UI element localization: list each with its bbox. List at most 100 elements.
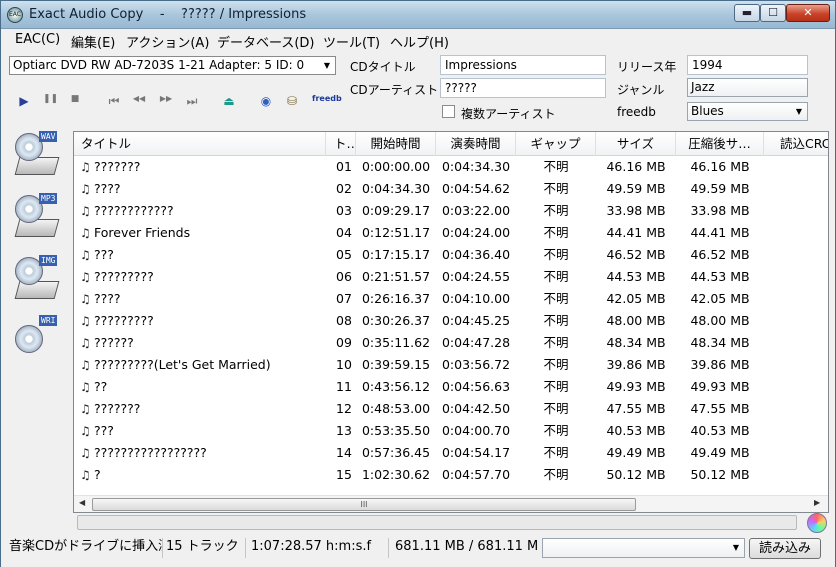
- fast-forward-icon[interactable]: ▶▶: [159, 94, 173, 103]
- cd-artist-field[interactable]: ?????: [440, 78, 606, 98]
- track-title-cell: ♫?????????: [80, 266, 324, 288]
- track-title: ????: [94, 181, 121, 196]
- minimize-button[interactable]: ▬: [734, 4, 760, 22]
- menu-action[interactable]: アクション(A): [126, 32, 209, 51]
- table-row[interactable]: ♫?? 11 0:43:56.12 0:04:56.63 不明 49.93 MB 49.93…: [74, 376, 814, 398]
- freedb-lookup-icon[interactable]: ⛁: [285, 94, 299, 108]
- music-note-icon: ♫: [80, 380, 91, 394]
- table-row[interactable]: ♫???????????? 03 0:09:29.17 0:03:22.00 不明 33.…: [74, 200, 814, 222]
- table-row[interactable]: ♫ Forever Friends 04 0:12:51.17 0:04:24.00 不明…: [74, 222, 814, 244]
- horizontal-scrollbar[interactable]: ◀ III ▶: [74, 495, 828, 512]
- track-start: 0:39:59.15: [361, 357, 431, 372]
- copy-image-button[interactable]: IMG: [13, 255, 63, 307]
- maximize-button[interactable]: ☐: [760, 4, 786, 22]
- table-row[interactable]: ♫??? 05 0:17:15.17 0:04:36.40 不明 46.52 MB 46.5…: [74, 244, 814, 266]
- track-gap: 不明: [543, 181, 569, 196]
- table-row[interactable]: ♫? 15 1:02:30.62 0:04:57.70 不明 50.12 MB 50.12 …: [74, 464, 814, 486]
- freedb-genre-select[interactable]: Blues ▼: [687, 102, 808, 121]
- track-title: ?????????????????: [94, 445, 207, 460]
- menu-tools[interactable]: ツール(T): [323, 32, 380, 51]
- mp3-tag: MP3: [39, 193, 58, 204]
- next-track-icon[interactable]: ⏭: [185, 94, 199, 109]
- music-note-icon: ♫: [80, 424, 91, 438]
- track-compressed-size: 39.86 MB: [690, 357, 750, 372]
- table-row[interactable]: ♫??????? 12 0:48:53.00 0:04:42.50 不明 47.55 MB…: [74, 398, 814, 420]
- track-compressed-size: 49.59 MB: [690, 181, 750, 196]
- column-gap[interactable]: ギャップ: [516, 132, 596, 156]
- read-button[interactable]: 読み込み: [749, 538, 821, 559]
- freedb-button[interactable]: freedb: [312, 94, 342, 103]
- drive-select[interactable]: Optiarc DVD RW AD-7203S 1-21 Adapter: 5 …: [9, 56, 336, 75]
- music-note-icon: ♫: [80, 468, 91, 482]
- track-title: ???: [94, 423, 114, 438]
- column-title[interactable]: タイトル: [74, 132, 326, 156]
- genre-label: ジャンル: [617, 83, 665, 97]
- track-gap: 不明: [543, 247, 569, 262]
- column-start[interactable]: 開始時間: [356, 132, 436, 156]
- cd-title-field[interactable]: Impressions: [440, 55, 606, 75]
- track-length: 0:04:24.00: [441, 225, 511, 240]
- pause-icon[interactable]: ❚❚: [43, 94, 58, 104]
- write-cd-button[interactable]: WRI: [13, 315, 63, 367]
- copy-to-mp3-button[interactable]: MP3: [13, 193, 63, 245]
- menu-database[interactable]: データベース(D): [217, 32, 315, 51]
- track-compressed-size: 48.34 MB: [690, 335, 750, 350]
- track-start: 0:21:51.57: [361, 269, 431, 284]
- track-length: 0:04:24.55: [441, 269, 511, 284]
- track-list[interactable]: タイトル ト… 開始時間 演奏時間 ギャップ サイズ 圧縮後サ… 読込CRC ♫…: [73, 131, 829, 513]
- previous-track-icon[interactable]: ⏮: [107, 94, 121, 109]
- eject-icon[interactable]: ⏏: [222, 94, 236, 108]
- column-length[interactable]: 演奏時間: [436, 132, 516, 156]
- menu-edit[interactable]: 編集(E): [71, 32, 115, 51]
- column-compressed[interactable]: 圧縮後サ…: [676, 132, 764, 156]
- column-crc[interactable]: 読込CRC: [764, 132, 828, 156]
- menu-eac[interactable]: EAC(C): [15, 32, 60, 47]
- track-start: 0:17:15.17: [361, 247, 431, 262]
- track-gap: 不明: [543, 291, 569, 306]
- scroll-thumb[interactable]: III: [92, 498, 636, 511]
- column-size[interactable]: サイズ: [596, 132, 676, 156]
- track-gap: 不明: [543, 225, 569, 240]
- cd-title-label: CDタイトル: [350, 60, 416, 74]
- table-row[interactable]: ♫???? 07 0:26:16.37 0:04:10.00 不明 42.05 MB 42.…: [74, 288, 814, 310]
- menu-help[interactable]: ヘルプ(H): [390, 32, 449, 51]
- music-note-icon: ♫: [80, 314, 91, 328]
- wav-tag: WAV: [39, 131, 58, 142]
- freedb-label: freedb: [617, 105, 656, 119]
- music-note-icon: ♫: [80, 292, 91, 306]
- table-row[interactable]: ♫????????????????? 14 0:57:36.45 0:04:54.17…: [74, 442, 814, 464]
- track-start: 0:30:26.37: [361, 313, 431, 328]
- cd-info-icon[interactable]: ◉: [259, 94, 273, 108]
- music-note-icon: ♫: [80, 204, 91, 218]
- table-row[interactable]: ♫????????? 08 0:30:26.37 0:04:45.25 不明 48.00 …: [74, 310, 814, 332]
- table-row[interactable]: ♫??? 13 0:53:35.50 0:04:00.70 不明 40.53 MB 40.5…: [74, 420, 814, 442]
- track-title: ???: [94, 247, 114, 262]
- multi-artist-checkbox[interactable]: [442, 105, 455, 118]
- track-start: 1:02:30.62: [361, 467, 431, 482]
- chevron-down-icon: ▼: [795, 107, 803, 116]
- track-length: 0:04:42.50: [441, 401, 511, 416]
- drive-graphic: [14, 219, 60, 237]
- scroll-left-icon[interactable]: ◀: [79, 498, 85, 507]
- app-icon: EAC: [7, 7, 23, 23]
- table-row[interactable]: ♫????????? 06 0:21:51.57 0:04:24.55 不明 44.53 …: [74, 266, 814, 288]
- freedb-genre-value: Blues: [691, 104, 724, 118]
- table-row[interactable]: ♫ ?????????(Let's Get Married) 10 0:39:59.1…: [74, 354, 814, 376]
- track-start: 0:48:53.00: [361, 401, 431, 416]
- table-row[interactable]: ♫?????? 09 0:35:11.62 0:04:47.28 不明 48.34 MB 4…: [74, 332, 814, 354]
- genre-select[interactable]: Jazz: [687, 78, 808, 97]
- track-title: ????: [94, 291, 121, 306]
- copy-to-wav-button[interactable]: WAV: [13, 131, 63, 183]
- play-icon[interactable]: ▶: [17, 94, 31, 108]
- track-length: 0:04:56.63: [441, 379, 511, 394]
- rewind-icon[interactable]: ◀◀: [132, 94, 146, 103]
- year-field[interactable]: 1994: [687, 55, 808, 75]
- scroll-right-icon[interactable]: ▶: [814, 498, 820, 507]
- cd-artist-label: CDアーティスト: [350, 83, 439, 97]
- status-select[interactable]: ▼: [542, 538, 745, 558]
- table-row[interactable]: ♫??????? 01 0:00:00.00 0:04:34.30 不明 46.16 MB…: [74, 156, 814, 178]
- stop-icon[interactable]: ■: [68, 94, 82, 104]
- table-row[interactable]: ♫???? 02 0:04:34.30 0:04:54.62 不明 49.59 MB 49.…: [74, 178, 814, 200]
- column-track[interactable]: ト…: [326, 132, 356, 156]
- close-button[interactable]: ✕: [786, 4, 830, 22]
